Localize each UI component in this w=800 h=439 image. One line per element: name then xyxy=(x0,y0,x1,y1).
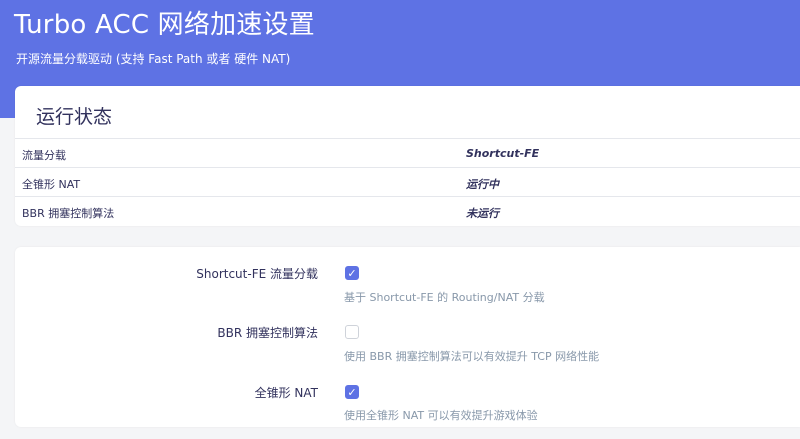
option-description-fullcone-nat: 使用全锥形 NAT 可以有效提升游戏体验 xyxy=(344,409,538,422)
status-value: 未运行 xyxy=(466,207,499,220)
settings-card: Shortcut-FE 流量分载 ✓ 基于 Shortcut-FE 的 Rout… xyxy=(15,247,800,427)
option-description-shortcut-fe: 基于 Shortcut-FE 的 Routing/NAT 分载 xyxy=(344,291,545,304)
page-title: Turbo ACC 网络加速设置 xyxy=(14,10,315,40)
status-value: Shortcut-FE xyxy=(466,147,540,160)
status-card: 运行状态 流量分载 Shortcut-FE 全锥形 NAT 运行中 BBR 拥塞… xyxy=(15,86,800,226)
status-row-offload: 流量分载 Shortcut-FE xyxy=(15,139,800,168)
option-description-bbr: 使用 BBR 拥塞控制算法可以有效提升 TCP 网络性能 xyxy=(344,350,600,363)
check-icon: ✓ xyxy=(347,385,357,399)
option-label-fullcone-nat: 全锥形 NAT xyxy=(254,386,318,400)
check-icon: ✓ xyxy=(347,266,357,280)
shortcut-fe-checkbox[interactable]: ✓ xyxy=(345,266,359,280)
status-label: BBR 拥塞控制算法 xyxy=(22,207,115,220)
status-row-fullcone-nat: 全锥形 NAT 运行中 xyxy=(15,168,800,197)
status-value: 运行中 xyxy=(466,178,499,191)
status-label: 全锥形 NAT xyxy=(22,178,81,191)
status-label: 流量分载 xyxy=(22,149,66,162)
option-label-bbr: BBR 拥塞控制算法 xyxy=(217,326,318,340)
status-heading: 运行状态 xyxy=(15,86,800,139)
fullcone-nat-checkbox[interactable]: ✓ xyxy=(345,385,359,399)
option-label-shortcut-fe: Shortcut-FE 流量分载 xyxy=(196,267,318,281)
page-description: 开源流量分载驱动 (支持 Fast Path 或者 硬件 NAT) xyxy=(16,52,291,66)
bbr-checkbox[interactable] xyxy=(345,325,359,339)
status-row-bbr: BBR 拥塞控制算法 未运行 xyxy=(15,197,800,226)
